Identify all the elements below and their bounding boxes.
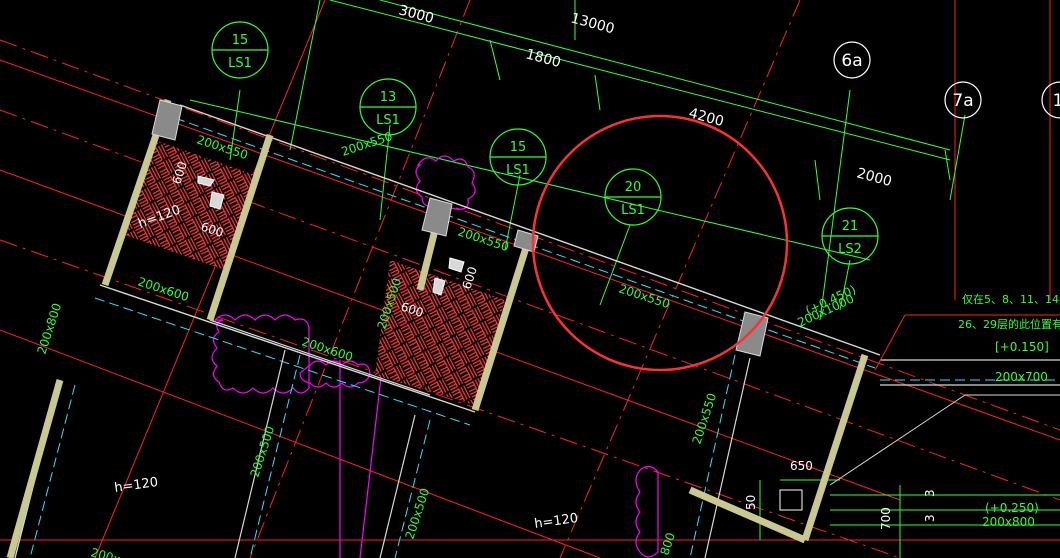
stair-tag-num: 20: [625, 180, 642, 195]
beam-label: 200x800: [982, 515, 1035, 529]
axis-bubbles: [833, 41, 1060, 119]
stair-tag-code: LS1: [621, 203, 645, 218]
dim-700: 700: [879, 507, 893, 530]
beam-label: 200x550: [690, 391, 720, 446]
axis-bubble-text: 6a 7a 1: [841, 51, 1060, 111]
cad-drawing-canvas[interactable]: 3000 13000 1800 4200 2000 650 50 700 3 3…: [0, 0, 1060, 558]
elevation: [+0.150]: [995, 340, 1049, 354]
beam-label: 200x: [89, 545, 122, 558]
dim-13000: 13000: [569, 10, 616, 37]
beam-label: 800: [658, 531, 678, 557]
dim-4200: 4200: [687, 105, 726, 130]
dim-3b: 3: [923, 514, 937, 522]
stair-tag-num: 15: [510, 140, 527, 155]
beam-label: 200x800: [35, 301, 65, 356]
beam-label: 200x700: [995, 370, 1048, 384]
column: [151, 99, 183, 141]
beam-label: 200x500: [248, 424, 278, 479]
dim-3a: 3: [923, 489, 937, 497]
stair-tag-code: LS1: [506, 163, 530, 178]
stair-tag-num: 21: [842, 219, 859, 234]
note-line: 仅在5、8、11、14、17、: [962, 293, 1060, 306]
stair-tag-code: LS2: [838, 242, 862, 257]
dimension-text: 3000 13000 1800 4200 2000 650 50 700 3 3: [397, 2, 937, 530]
stair-tag-code: LS1: [228, 56, 252, 71]
dim-3000: 3000: [397, 2, 436, 27]
small-dim: 600: [460, 265, 480, 291]
grid-axis-lines: [0, 0, 1060, 558]
dimension-lines: [189, 0, 1060, 558]
slab-thickness: h=120: [113, 475, 159, 496]
axis-7a: 7a: [952, 91, 973, 111]
dim-2000: 2000: [855, 165, 894, 190]
note-line: 26、29层的此位置有此板: [958, 317, 1060, 331]
axis-6a: 6a: [841, 51, 862, 71]
notes: 仅在5、8、11、14、17、 26、29层的此位置有此板: [958, 293, 1060, 331]
dim-1800: 1800: [524, 46, 563, 71]
beam-label: 200x550: [340, 129, 395, 159]
dim-650: 650: [790, 459, 813, 473]
axis-1: 1: [1053, 91, 1060, 111]
beam-label: 200x500: [403, 486, 433, 541]
stair-tag-num: 13: [380, 90, 397, 105]
elevation: (+0.250): [985, 501, 1039, 515]
stair-tag-code: LS1: [376, 113, 400, 128]
stair-tag-num: 15: [232, 33, 249, 48]
beam-label: 200x550: [456, 225, 511, 255]
dim-50: 50: [744, 495, 758, 510]
column: [421, 197, 453, 237]
